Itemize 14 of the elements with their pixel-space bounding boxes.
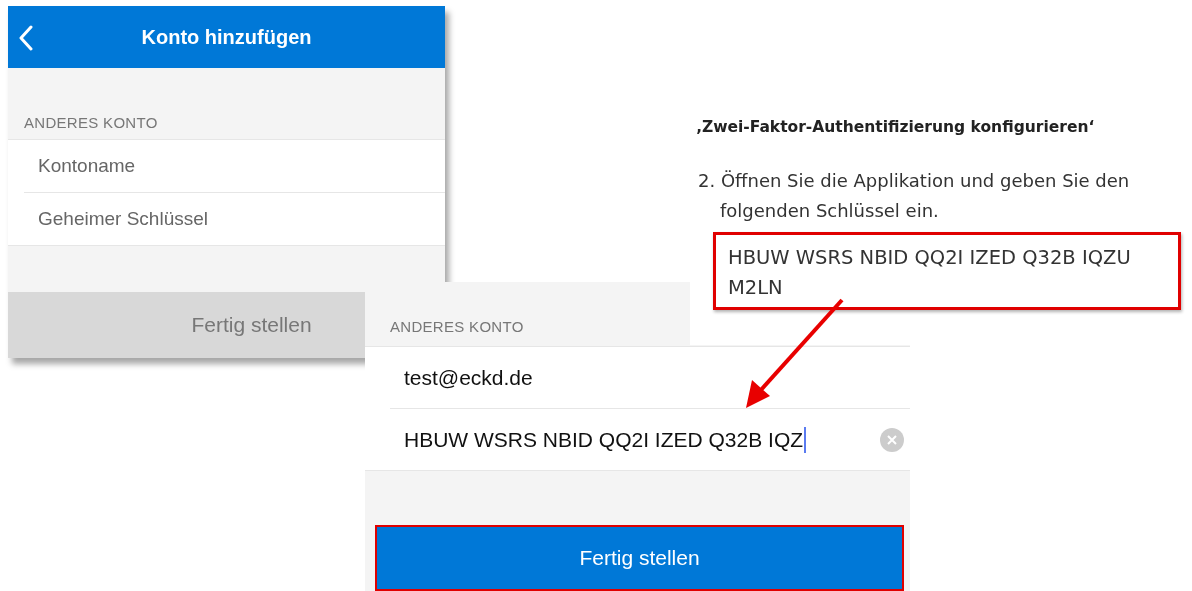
close-icon xyxy=(887,434,897,445)
instruction-step: 2. Öffnen Sie die Applikation und geben Sie den folgenden Schlüssel ein. xyxy=(698,166,1190,226)
input-field[interactable]: test@eckd.de xyxy=(390,347,910,408)
back-chevron-icon xyxy=(18,25,34,51)
input-field[interactable]: Geheimer Schlüssel xyxy=(24,208,418,230)
finish-button[interactable]: Fertig stellen xyxy=(375,525,904,591)
input-field[interactable]: Kontoname xyxy=(24,155,418,177)
secret-key-text: HBUW WSRS NBID QQ2I IZED Q32B IQZU M2LN xyxy=(728,245,1132,301)
screen-title: Konto hinzufügen xyxy=(141,25,312,49)
text-cursor xyxy=(804,426,807,453)
input-field[interactable]: HBUW WSRS NBID QQ2I IZED Q32B IQZ xyxy=(390,409,880,470)
section-label: ANDERES KONTO xyxy=(390,318,525,335)
section-label: ANDERES KONTO xyxy=(24,114,159,131)
section-heading: ‚Zwei-Faktor-Authentifizierung konfigurieren‘ xyxy=(696,118,1096,136)
